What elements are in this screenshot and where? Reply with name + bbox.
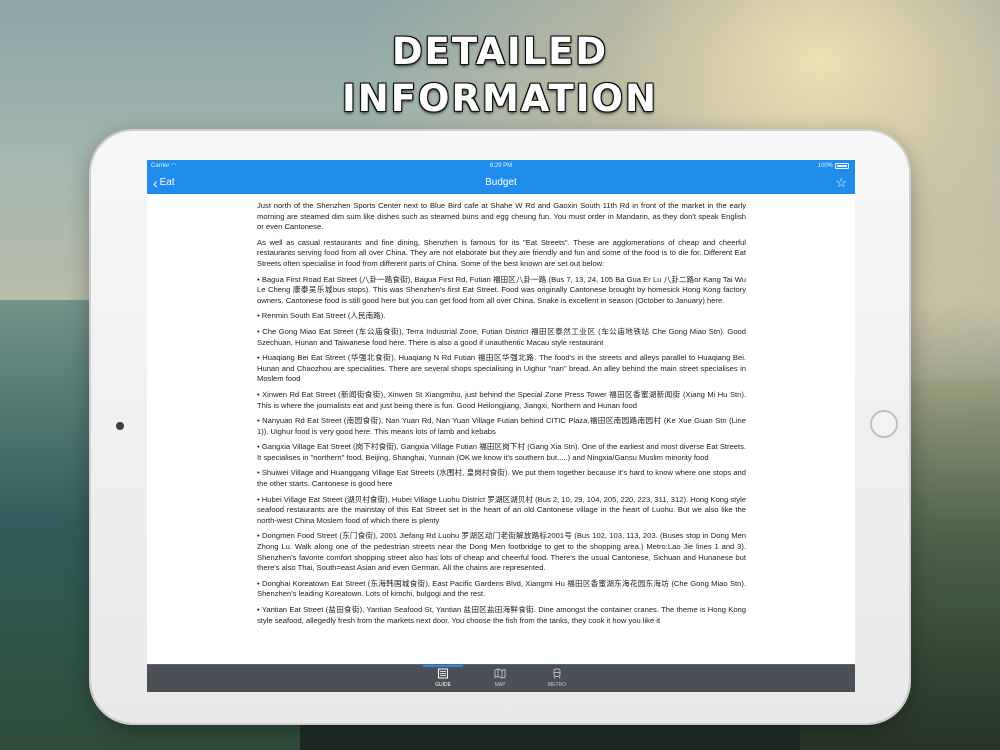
status-time: 6:29 PM xyxy=(489,163,513,169)
battery-percent: 100% xyxy=(817,163,833,169)
article-paragraph: • Dongmen Food Street (东门食街), 2001 Jiefa… xyxy=(257,531,746,573)
article-paragraph: • Huaqiang Bei Eat Street (华强北食街), Huaqi… xyxy=(257,353,746,384)
battery-status: 100% xyxy=(818,160,849,172)
camera-icon xyxy=(116,422,124,430)
star-icon[interactable]: ☆ xyxy=(835,175,847,191)
tab-metro[interactable]: METRO xyxy=(537,668,577,688)
promo-headline: DETAILED INFORMATION xyxy=(0,28,1000,122)
tab-guide[interactable]: GUIDE xyxy=(423,668,463,688)
article-paragraph: As well as casual restaurants and fine d… xyxy=(257,237,746,268)
article-paragraph: • Hubei Village Eat Street (湖贝村食街), Hube… xyxy=(257,494,746,525)
active-tab-indicator xyxy=(423,665,463,667)
article-paragraph: • Gangxia Village Eat Street (岗下村食街), Ga… xyxy=(257,442,746,462)
tab-guide-label: GUIDE xyxy=(435,682,451,688)
map-icon xyxy=(494,668,506,679)
tab-bar: GUIDE MAP METRO xyxy=(147,664,855,692)
navigation-bar: ‹ Eat Budget ☆ xyxy=(147,172,855,194)
battery-icon xyxy=(835,163,849,169)
tab-map-label: MAP xyxy=(494,682,506,688)
article-paragraph: • Shuiwei Village and Huanggang Village … xyxy=(257,468,746,489)
guide-icon xyxy=(438,668,448,679)
article-scroll-view[interactable]: Just north of the Shenzhen Sports Center… xyxy=(147,194,855,664)
tab-map[interactable]: MAP xyxy=(480,668,520,688)
article-body: Just north of the Shenzhen Sports Center… xyxy=(257,201,746,631)
article-paragraph: Just north of the Shenzhen Sports Center… xyxy=(257,201,746,232)
article-paragraph: • Bagua First Road Eat Street (八卦一路食街), … xyxy=(257,274,746,305)
headline-line-1: DETAILED xyxy=(391,30,609,73)
home-button[interactable] xyxy=(870,410,898,438)
article-paragraph: • Nanyuan Rd Eat Street (南园食街), Nan Yuan… xyxy=(257,416,746,436)
article-paragraph: • Che Gong Miao Eat Street (车公庙食街), Terr… xyxy=(257,326,746,347)
article-paragraph: • Xinwen Rd Eat Street (新闻街食街), Xinwen S… xyxy=(257,389,746,410)
headline-line-2: INFORMATION xyxy=(342,77,658,120)
article-paragraph: • Renmin South Eat Street (人民南路). xyxy=(257,311,386,321)
metro-icon xyxy=(553,668,561,679)
ipad-frame: Carrier ◠ 6:29 PM 100% ‹ Eat Budget ☆ Ju… xyxy=(91,131,909,723)
tab-metro-label: METRO xyxy=(547,682,567,688)
article-paragraph: • Yantian Eat Street (盐田食街), Yantian Sea… xyxy=(257,605,746,625)
status-bar: Carrier ◠ 6:29 PM 100% xyxy=(147,160,855,172)
app-screen: Carrier ◠ 6:29 PM 100% ‹ Eat Budget ☆ Ju… xyxy=(147,160,855,692)
article-paragraph: • Donghai Koreatown Eat Street (东海韩国城食街)… xyxy=(257,578,746,599)
page-title: Budget xyxy=(485,177,517,188)
